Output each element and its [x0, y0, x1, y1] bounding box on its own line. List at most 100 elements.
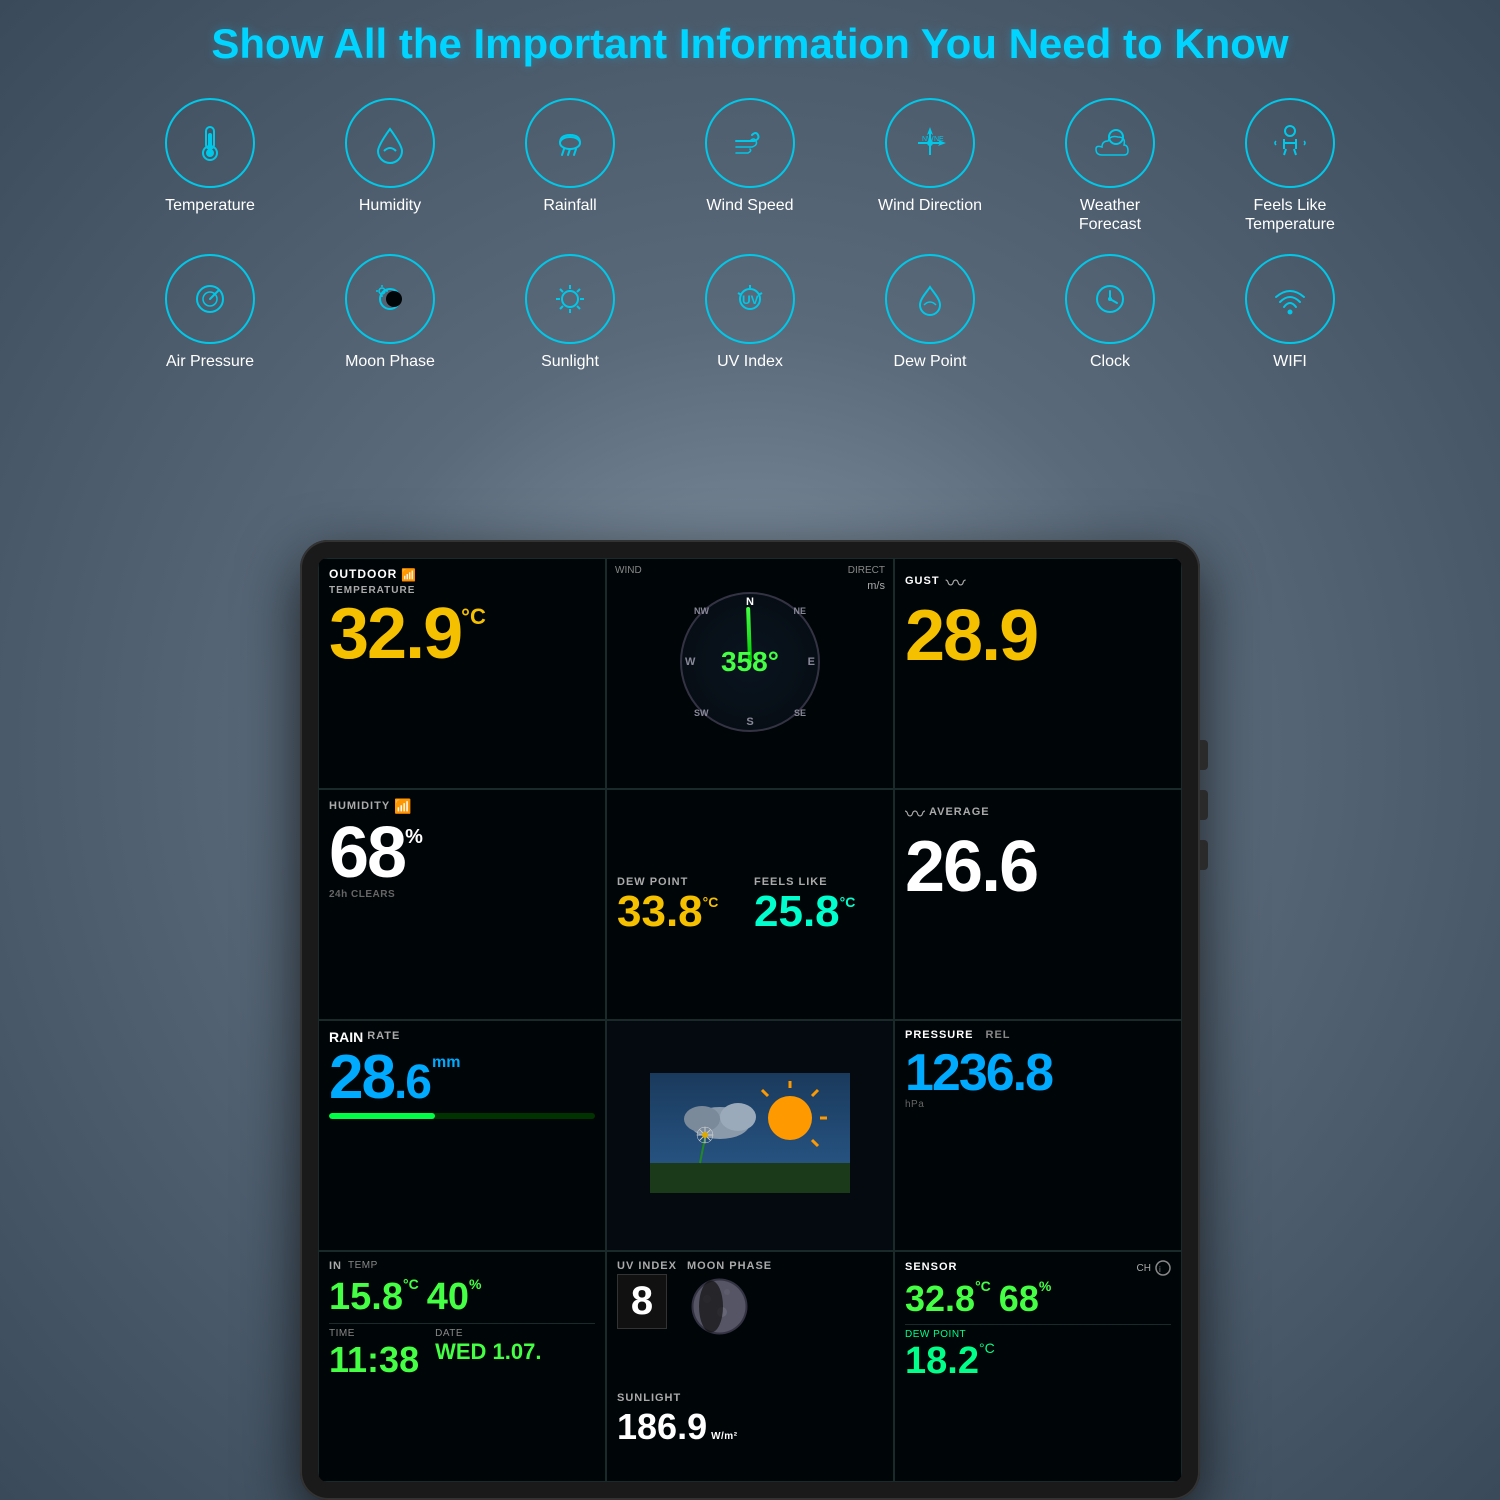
wind-direction-label: DIRECT: [848, 565, 885, 576]
compass-sw: SW: [694, 708, 709, 718]
moon-display: [687, 1274, 752, 1339]
time-label: TIME: [329, 1328, 419, 1339]
sensor-humidity-unit: %: [1039, 1278, 1051, 1294]
dew-point-value: 33.8: [617, 890, 703, 934]
dew-point-unit: °C: [703, 894, 719, 910]
feels-like-icon-label: Feels Like Temperature: [1230, 196, 1350, 234]
humidity-label: HUMIDITY: [329, 800, 390, 812]
feels-like-icon-circle: [1245, 98, 1335, 188]
indoor-humidity-value: 40: [427, 1276, 469, 1319]
rain-unit: mm: [432, 1055, 460, 1071]
cell-dew-feels: DEW POINT 33.8 °C FEELS LIKE 25.8 °C: [606, 789, 894, 1020]
dew-point-icon-circle: [885, 254, 975, 344]
cell-uv-moon: UV INDEX 8 MOON PHASE: [606, 1251, 894, 1482]
icon-sunlight: Sunlight: [510, 254, 630, 371]
uv-value: 8: [617, 1274, 667, 1329]
outdoor-temp-unit: °C: [461, 606, 486, 628]
icon-temperature: Temperature: [150, 98, 270, 234]
compass-container: N S E W NE NW SE SW 358°: [680, 592, 820, 732]
rain-rate-label: RATE: [367, 1030, 400, 1042]
sensor-dew-label: DEW POINT: [905, 1329, 1171, 1340]
compass-e: E: [808, 656, 815, 668]
dew-col: DEW POINT 33.8 °C: [617, 876, 746, 934]
weather-scene: [617, 1073, 883, 1198]
icon-feels-like: Feels Like Temperature: [1230, 98, 1350, 234]
svg-text:UV: UV: [742, 293, 759, 307]
icon-weather-forecast: Weather Forecast: [1050, 98, 1170, 234]
humidity-value: 68: [329, 817, 405, 889]
clock-icon-label: Clock: [1090, 352, 1130, 371]
sensor-ch-label: CH: [1137, 1263, 1151, 1274]
sunlight-icon-circle: [525, 254, 615, 344]
icon-air-pressure: Air Pressure: [150, 254, 270, 371]
wifi-icon-label: WIFI: [1273, 352, 1307, 371]
pressure-value: 1236.8: [905, 1047, 1052, 1099]
side-button-1[interactable]: [1200, 740, 1208, 770]
average-value: 26.6: [905, 831, 1037, 903]
sensor-dew-value: 18.2: [905, 1340, 979, 1383]
top-section: Show All the Important Information You N…: [0, 0, 1500, 580]
device-screen: OUTDOOR 📶 TEMPERATURE 32.9 °C WIND DIREC…: [318, 558, 1182, 1482]
sensor-ch-icon: i: [1155, 1260, 1171, 1276]
indoor-temp-value: 15.8: [329, 1276, 403, 1319]
side-button-3[interactable]: [1200, 840, 1208, 870]
sunlight-icon-label: Sunlight: [541, 352, 599, 371]
sunlight-value: 186.9: [617, 1406, 707, 1448]
average-label: AVERAGE: [929, 806, 990, 818]
clock-icon-circle: [1065, 254, 1155, 344]
icon-wind-direction: NW NE Wind Direction: [870, 98, 990, 234]
air-pressure-icon-label: Air Pressure: [166, 352, 254, 371]
clears-label: 24h CLEARS: [329, 889, 595, 900]
rainfall-icon-label: Rainfall: [543, 196, 596, 215]
compass-w: W: [685, 656, 695, 668]
pressure-header: PRESSURE REL: [905, 1029, 1171, 1043]
wind-speed-icon-circle: [705, 98, 795, 188]
wind-top-labels: WIND DIRECT: [615, 565, 885, 576]
date-value: WED 1.07.: [435, 1339, 541, 1364]
svg-text:i: i: [1159, 1265, 1161, 1274]
dew-point-icon-label: Dew Point: [894, 352, 967, 371]
date-label: DATE: [435, 1328, 541, 1339]
side-button-2[interactable]: [1200, 790, 1208, 820]
svg-text:NE: NE: [934, 136, 944, 143]
cell-wind: WIND DIRECT m/s N S E W NE NW SE SW: [606, 558, 894, 789]
icons-row-1: Temperature Humidity: [40, 98, 1460, 234]
device-frame: OUTDOOR 📶 TEMPERATURE 32.9 °C WIND DIREC…: [300, 540, 1200, 1500]
cell-average: 〰 AVERAGE 26.6: [894, 789, 1182, 1020]
feels-like-unit: °C: [840, 894, 856, 910]
cell-gust: GUST 〰 28.9: [894, 558, 1182, 789]
wind-direction-icon-label: Wind Direction: [878, 196, 982, 215]
indoor-divider: [329, 1323, 595, 1324]
icon-humidity: Humidity: [330, 98, 450, 234]
uv-section: UV INDEX 8: [617, 1260, 677, 1388]
gust-label: GUST: [905, 575, 940, 587]
cell-humidity: HUMIDITY 📶 68 % 24h CLEARS: [318, 789, 606, 1020]
moon-phase-icon-label: Moon Phase: [345, 352, 435, 371]
moon-label: MOON PHASE: [687, 1260, 772, 1272]
humidity-icon-label: Humidity: [359, 196, 421, 215]
wind-label: WIND: [615, 565, 642, 576]
rain-value: 28.6: [329, 1047, 430, 1109]
weather-station-device: OUTDOOR 📶 TEMPERATURE 32.9 °C WIND DIREC…: [300, 540, 1200, 1500]
uv-index-icon-label: UV Index: [717, 352, 783, 371]
outdoor-temp-value: 32.9: [329, 598, 461, 670]
compass-nw: NW: [694, 606, 709, 616]
indoor-temp-unit: °C: [403, 1276, 419, 1292]
rainfall-icon-circle: [525, 98, 615, 188]
moon-phase-icon-circle: [345, 254, 435, 344]
humidity-unit: %: [405, 827, 423, 847]
wind-ms-label: m/s: [615, 580, 885, 592]
cell-outdoor-temp: OUTDOOR 📶 TEMPERATURE 32.9 °C: [318, 558, 606, 789]
humidity-icon-circle: [345, 98, 435, 188]
sensor-divider: [905, 1324, 1171, 1325]
gust-value: 28.9: [905, 600, 1037, 672]
wifi-icon-circle: [1245, 254, 1335, 344]
sensor-humidity-value: 68: [999, 1278, 1039, 1320]
compass-ne: NE: [793, 606, 806, 616]
compass-circle: N S E W NE NW SE SW 358°: [680, 592, 820, 732]
dew-point-label: DEW POINT: [617, 876, 746, 888]
icon-rainfall: Rainfall: [510, 98, 630, 234]
wind-speed-icon-label: Wind Speed: [706, 196, 793, 215]
compass-se: SE: [794, 708, 806, 718]
air-pressure-icon-circle: [165, 254, 255, 344]
